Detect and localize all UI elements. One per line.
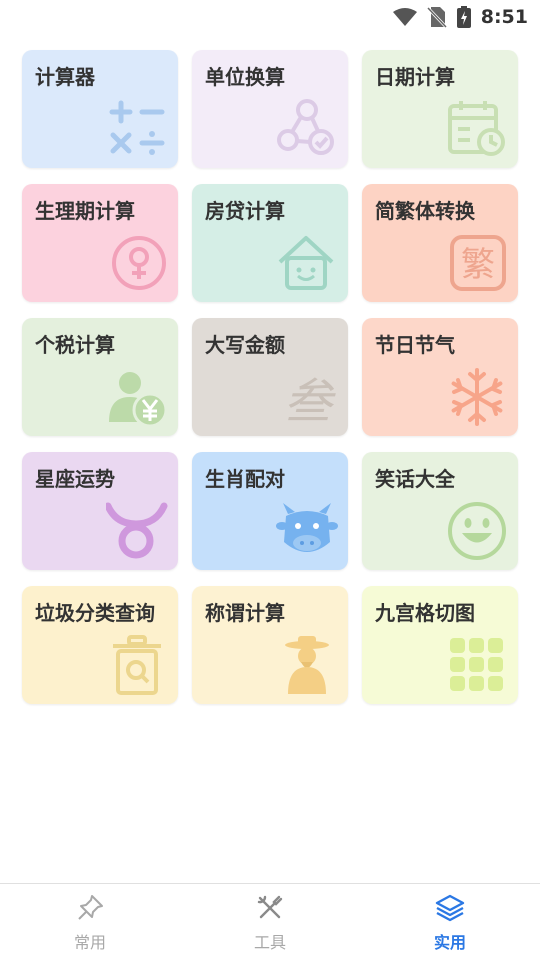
tool-grid: 计算器 单位换算 日期计算 生理期计算 房贷计算 简繁体转换 繁 个税计算 大写… (22, 50, 518, 704)
trash-bin-icon (113, 635, 161, 695)
chinese-numeral-icon: 叁 (284, 374, 336, 428)
pin-icon (78, 895, 103, 920)
tile-zodiac-pairing[interactable]: 生肖配对 (192, 452, 348, 570)
tab-label: 工具 (253, 933, 286, 952)
female-symbol-icon (112, 236, 166, 290)
tile-label: 日期计算 (375, 65, 455, 89)
battery-charging-icon (456, 6, 471, 28)
traditional-char-icon: 繁 (450, 235, 506, 291)
tile-festivals-solar-terms[interactable]: 节日节气 (362, 318, 518, 436)
status-time: 8:51 (480, 6, 528, 28)
tab-label: 实用 (433, 933, 466, 952)
tile-kinship-calc[interactable]: 称谓计算 (192, 586, 348, 704)
tile-label: 大写金额 (205, 333, 285, 357)
grid-nine-icon (450, 638, 503, 691)
tab-common[interactable]: 常用 (0, 884, 180, 960)
tile-garbage-sorting[interactable]: 垃圾分类查询 (22, 586, 178, 704)
calendar-clock-icon (448, 101, 505, 156)
tile-horoscope[interactable]: 星座运势 (22, 452, 178, 570)
tile-trad-simp-convert[interactable]: 简繁体转换 繁 (362, 184, 518, 302)
tab-practical[interactable]: 实用 (360, 884, 540, 960)
tile-calculator[interactable]: 计算器 (22, 50, 178, 168)
tile-tax-calc[interactable]: 个税计算 (22, 318, 178, 436)
tile-label: 单位换算 (205, 65, 285, 89)
house-icon (278, 236, 334, 290)
tile-label: 生理期计算 (35, 199, 135, 223)
tile-label: 垃圾分类查询 (35, 601, 155, 625)
status-icons: 8:51 (392, 6, 528, 28)
tile-label: 称谓计算 (205, 601, 285, 625)
tile-label: 九宫格切图 (375, 601, 475, 625)
tile-label: 房贷计算 (205, 199, 285, 223)
tile-jokes[interactable]: 笑话大全 (362, 452, 518, 570)
tile-label: 星座运势 (35, 467, 115, 491)
tile-label: 个税计算 (35, 333, 115, 357)
tile-label: 计算器 (35, 65, 95, 89)
svg-text:繁: 繁 (461, 245, 495, 285)
tile-nine-grid-cut[interactable]: 九宫格切图 (362, 586, 518, 704)
status-bar: 8:51 (0, 0, 540, 36)
tile-mortgage-calc[interactable]: 房贷计算 (192, 184, 348, 302)
tile-unit-conversion[interactable]: 单位换算 (192, 50, 348, 168)
tile-label: 笑话大全 (375, 467, 455, 491)
tile-date-calc[interactable]: 日期计算 (362, 50, 518, 168)
tile-label: 节日节气 (375, 333, 455, 357)
wifi-icon (392, 8, 417, 26)
snowflake-icon (451, 368, 503, 426)
layers-icon (435, 894, 465, 922)
bottom-tab-bar: 常用 工具 实用 (0, 883, 540, 960)
tile-label: 生肖配对 (205, 467, 285, 491)
taurus-icon (106, 502, 168, 559)
person-yuan-icon (109, 372, 168, 428)
tab-label: 常用 (73, 933, 106, 952)
svg-text:叁: 叁 (284, 374, 336, 428)
conversion-nodes-icon (277, 99, 334, 155)
tile-period-calc[interactable]: 生理期计算 (22, 184, 178, 302)
tile-capital-amount[interactable]: 大写金额 叁 (192, 318, 348, 436)
smiley-icon (448, 502, 506, 560)
tile-label: 简繁体转换 (375, 199, 475, 223)
math-operators-icon (109, 100, 165, 155)
tools-icon (257, 895, 283, 919)
ox-face-icon (276, 503, 338, 552)
no-sim-icon (426, 6, 447, 28)
tab-tools[interactable]: 工具 (180, 884, 360, 960)
elder-person-icon (285, 636, 329, 694)
